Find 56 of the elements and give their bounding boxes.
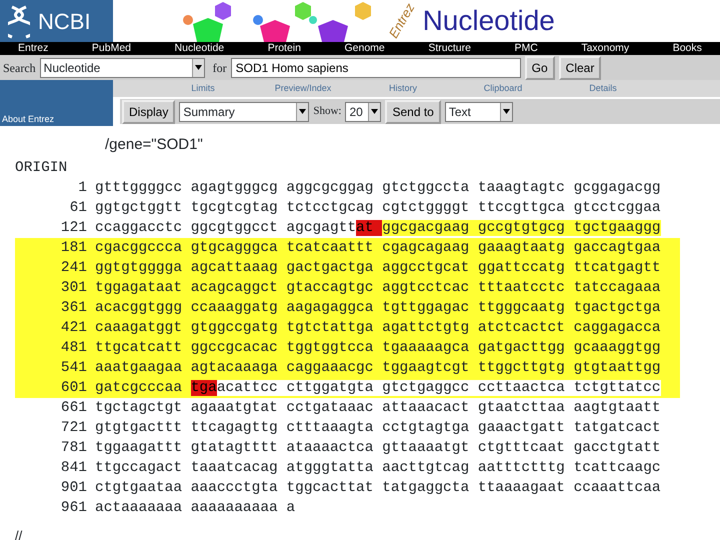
- tool-link[interactable]: History: [353, 82, 453, 96]
- caret-icon: [368, 102, 380, 120]
- about-link[interactable]: About Entrez: [0, 112, 54, 126]
- product-title: Nucleotide: [422, 4, 555, 38]
- gene-qualifier: /gene="SOD1": [104, 135, 204, 155]
- start-codon: at: [356, 220, 382, 236]
- nav-link[interactable]: Books: [672, 42, 702, 55]
- nav-link[interactable]: Taxonomy: [581, 42, 630, 55]
- sequence-text: tggaagattt gtatagtttt ataaaactca gttaaaatgt ctgtttcaat gacctgtatt: [95, 440, 661, 456]
- stop-codon: tga: [190, 380, 217, 396]
- highlighted-sequence: ggtgtgggga agcattaaag gactgactga aggcctgcat ggattccatg ttcatgagtt: [95, 260, 661, 276]
- highlighted-sequence: aaatgaagaa agtacaaaga caggaaacgc tggaagtcgt ttggcttgtg gtgtaattgg: [95, 360, 661, 376]
- count-select[interactable]: 20: [345, 102, 382, 122]
- search-action-button[interactable]: Clear: [558, 56, 602, 80]
- tool-link[interactable]: Details: [553, 82, 653, 96]
- sequence-text: ctgtgaataa aaaccctgta tggcacttat tatgaggcta ttaaaagaat ccaaattcaa: [95, 480, 661, 496]
- sequence-text: gtttggggcc agagtgggcg aggcgcggag gtctggccta taaagtagtc gcggagacgg: [95, 180, 661, 196]
- nav-link[interactable]: PMC: [514, 42, 538, 55]
- org-name: NCBI: [38, 8, 91, 36]
- show-label: Show:: [313, 104, 342, 120]
- origin-label: ORIGIN: [14, 159, 68, 178]
- for-label: for: [212, 60, 227, 76]
- display-button[interactable]: Display: [122, 100, 176, 124]
- search-field[interactable]: SOD1 Homo sapiens: [230, 58, 521, 78]
- nav-link[interactable]: Structure: [428, 42, 471, 55]
- caret-icon: [500, 102, 512, 120]
- highlighted-sequence: caaagatggt gtggccgatg tgtctattga agattctgtg atctcactct caggagacca: [95, 320, 661, 336]
- nav-link[interactable]: Genome: [344, 42, 385, 55]
- highlighted-sequence: cgacggccca gtgcagggca tcatcaattt cgagcagaag gaaagtaatg gaccagtgaa: [95, 240, 661, 256]
- sequence-text: acattcc cttggatgta gtctgaggcc ccttaactca tctgttatcc: [216, 380, 661, 396]
- search-label: Search: [3, 60, 36, 76]
- caret-icon: [296, 102, 308, 120]
- highlighted-sequence: tggagataat acagcaggct gtaccagtgc aggtcctcac tttaatcctc tatccagaaa: [95, 280, 661, 296]
- database-select[interactable]: Nucleotide: [40, 58, 205, 78]
- format-select[interactable]: Summary: [179, 102, 310, 122]
- highlighted-sequence: ttgcatcatt ggccgcacac tggtggtcca tgaaaaagca gatgacttgg gcaaaggtgg: [95, 340, 661, 356]
- destination-select[interactable]: Text: [444, 102, 513, 122]
- caret-icon: [192, 58, 204, 76]
- helix-icon: [8, 3, 30, 39]
- record-terminator: //: [14, 527, 24, 540]
- nav-link[interactable]: Protein: [268, 42, 301, 55]
- highlighted-sequence: ggcgacgaag gccgtgtgcg tgctgaaggg: [382, 220, 661, 236]
- sequence-text: ccaggacctc ggcgtggcct agcgagtt: [95, 220, 356, 236]
- sequence-text: gtgtgacttt ttcagagttg ctttaaagta cctgtagtga gaaactgatt tatgatcact: [95, 420, 661, 436]
- tool-link[interactable]: Clipboard: [453, 82, 553, 96]
- send-to-button[interactable]: Send to: [385, 100, 441, 124]
- nav-link[interactable]: Nucleotide: [174, 42, 224, 55]
- tool-link[interactable]: Preview/Index: [253, 82, 353, 96]
- highlighted-sequence: acacggtggg ccaaaggatg aagagaggca tgttggagac ttgggcaatg tgactgctga: [95, 300, 661, 316]
- search-action-button[interactable]: Go: [524, 56, 555, 80]
- tool-link[interactable]: Limits: [153, 82, 253, 96]
- nav-link[interactable]: PubMed: [92, 42, 131, 55]
- sequence-text: ttgccagact taaatcacag atgggtatta aacttgtcag aatttctttg tcattcaagc: [95, 460, 661, 476]
- sequence-text: tgctagctgt agaaatgtat cctgataaac attaaacact gtaatcttaa aagtgtaatt: [95, 400, 661, 416]
- sequence-text: ggtgctggtt tgcgtcgtag tctcctgcag cgtctggggt ttccgttgca gtcctcggaa: [95, 200, 661, 216]
- nav-link[interactable]: Entrez: [18, 42, 48, 55]
